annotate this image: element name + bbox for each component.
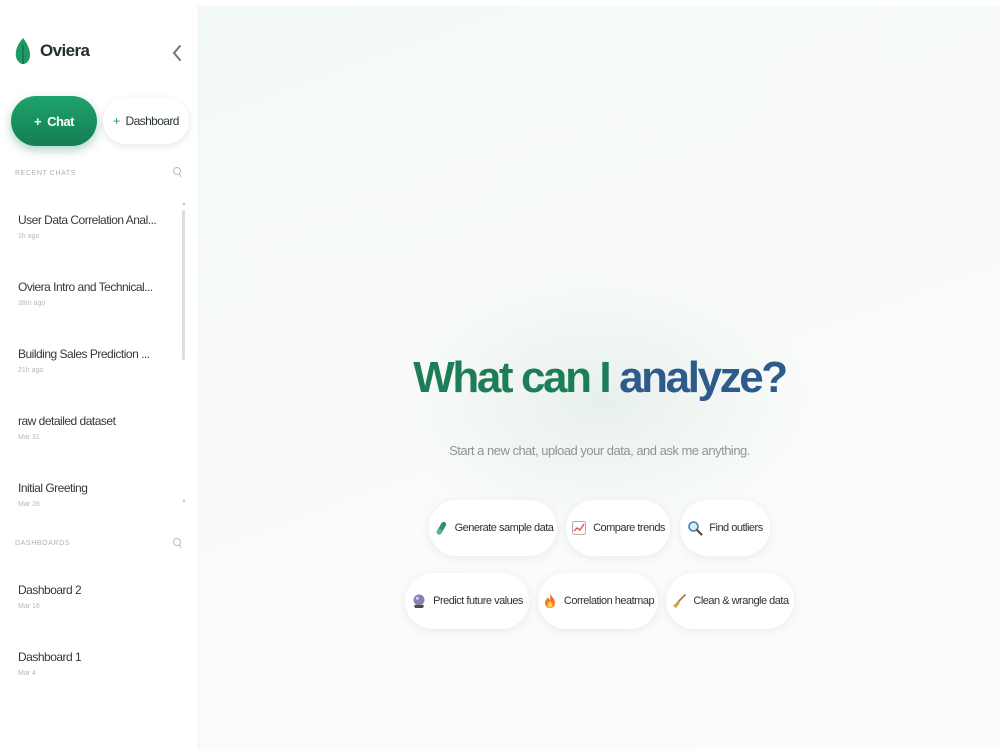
chat-title: Building Sales Prediction ... xyxy=(18,347,150,361)
search-chats-icon[interactable] xyxy=(172,166,182,178)
dashboard-item[interactable]: Dashboard 2 Mar 16 xyxy=(18,583,178,629)
broom-icon xyxy=(673,594,687,608)
leaf-logo-icon xyxy=(15,38,30,64)
plus-icon: + xyxy=(113,114,120,128)
brand[interactable]: Oviera xyxy=(14,36,90,66)
collapse-sidebar-icon[interactable] xyxy=(170,44,184,62)
suggestion-compare-trends[interactable]: Compare trends xyxy=(566,500,670,556)
chat-title: Initial Greeting xyxy=(18,481,88,495)
new-chat-button[interactable]: + Chat xyxy=(11,96,97,146)
chart-trend-icon xyxy=(572,521,587,535)
suggestion-label: Compare trends xyxy=(593,522,665,534)
hero-subtitle: Start a new chat, upload your data, and … xyxy=(449,443,750,458)
fire-icon xyxy=(544,594,555,608)
chat-time: 21h ago xyxy=(18,367,44,374)
hero-title-part1: What can I xyxy=(413,353,620,402)
plus-icon: + xyxy=(34,113,42,129)
suggestion-label: Correlation heatmap xyxy=(563,595,655,607)
scroll-down-icon[interactable]: ▼ xyxy=(181,499,187,505)
suggestion-correlation-heatmap[interactable]: Correlation heatmap xyxy=(538,573,658,629)
dashboard-time: Mar 16 xyxy=(18,603,40,610)
suggestion-label: Predict future values xyxy=(433,595,523,607)
hero-title: What can I analyze? xyxy=(199,353,1000,403)
chat-item[interactable]: Initial Greeting Mar 26 xyxy=(18,481,178,527)
dashboard-title: Dashboard 2 xyxy=(18,583,82,597)
magnifier-icon xyxy=(688,521,703,536)
new-chat-label: Chat xyxy=(47,113,74,129)
suggestion-predict-future-values[interactable]: Predict future values xyxy=(405,573,529,629)
suggestion-find-outliers[interactable]: Find outliers xyxy=(680,500,770,556)
dashboards-heading: DASHBOARDS xyxy=(15,540,71,547)
chat-item[interactable]: User Data Correlation Anal... 1h ago xyxy=(18,213,178,259)
chat-list-scrollbar[interactable] xyxy=(182,210,185,360)
chat-title: Oviera Intro and Technical... xyxy=(18,280,153,294)
chat-item[interactable]: raw detailed dataset Mar 31 xyxy=(18,414,178,460)
suggestion-clean-wrangle-data[interactable]: Clean & wrangle data xyxy=(666,573,794,629)
hero-title-part2: analyze? xyxy=(619,353,788,402)
chat-item[interactable]: Oviera Intro and Technical... 38m ago xyxy=(18,280,178,326)
dashboard-title: Dashboard 1 xyxy=(18,650,82,664)
recent-chats-heading: RECENT CHATS xyxy=(15,170,77,177)
chat-time: 38m ago xyxy=(18,300,46,307)
new-dashboard-label: Dashboard xyxy=(125,114,180,128)
crystal-ball-icon xyxy=(413,594,425,608)
app-window: Oviera + Chat + Dashboard RECENT CHATS U… xyxy=(0,6,1000,750)
new-dashboard-button[interactable]: + Dashboard xyxy=(103,98,189,144)
dashboard-item[interactable]: Dashboard 1 Mar 4 xyxy=(18,650,178,696)
brand-name: Oviera xyxy=(40,41,90,60)
search-dashboards-icon[interactable] xyxy=(172,537,182,549)
chat-time: Mar 31 xyxy=(18,434,40,441)
chat-title: User Data Correlation Anal... xyxy=(18,213,157,227)
test-tube-icon xyxy=(436,521,446,535)
suggestion-label: Clean & wrangle data xyxy=(693,595,789,607)
sidebar: Oviera + Chat + Dashboard RECENT CHATS U… xyxy=(0,6,199,750)
chat-time: Mar 26 xyxy=(18,501,40,508)
chat-item[interactable]: Building Sales Prediction ... 21h ago xyxy=(18,347,178,393)
scroll-up-icon[interactable]: ▲ xyxy=(181,201,187,207)
dashboard-time: Mar 4 xyxy=(18,670,36,677)
main-panel: What can I analyze? Start a new chat, up… xyxy=(199,6,1000,750)
suggestion-generate-sample-data[interactable]: Generate sample data xyxy=(429,500,557,556)
chat-time: 1h ago xyxy=(18,233,40,240)
suggestion-label: Find outliers xyxy=(709,522,763,534)
suggestion-label: Generate sample data xyxy=(454,522,554,534)
chat-title: raw detailed dataset xyxy=(18,414,116,428)
